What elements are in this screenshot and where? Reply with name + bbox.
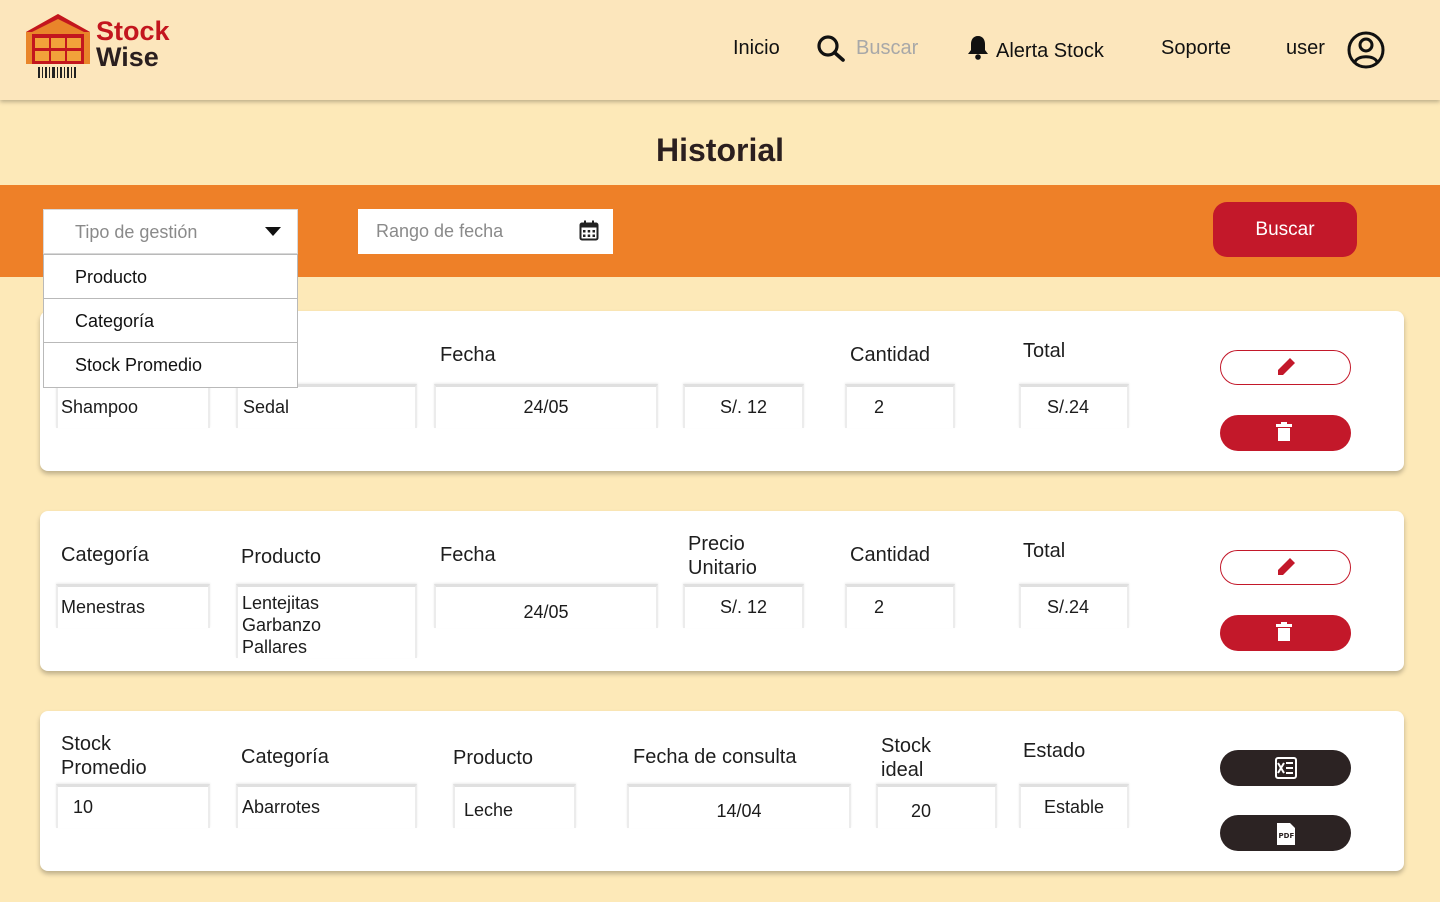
option-categoria[interactable]: Categoría (44, 299, 297, 343)
nav-inicio[interactable]: Inicio (733, 34, 780, 62)
value-producto-1: Lentejitas (242, 593, 320, 613)
label-stock-ideal: Stock ideal (881, 734, 931, 782)
label-ideal-line2: ideal (881, 759, 924, 781)
user-circle-icon[interactable] (1346, 30, 1386, 70)
value-stock-promedio: 10 (56, 784, 210, 828)
nav-user-label[interactable]: user (1286, 34, 1325, 62)
brand-line2: Wise (96, 42, 159, 72)
label-precio-line1: Precio (688, 533, 745, 555)
value-stock-ideal: 20 (876, 784, 997, 828)
value-fecha: 24/05 (434, 584, 658, 628)
value-precio: S/. 12 (683, 584, 804, 628)
label-fecha-consulta: Fecha de consulta (633, 746, 797, 768)
buscar-button[interactable]: Buscar (1213, 202, 1357, 257)
warehouse-logo-icon (26, 14, 90, 78)
trash-icon (1276, 422, 1292, 441)
export-excel-button[interactable] (1220, 750, 1351, 786)
label-stock-line2: Promedio (61, 757, 147, 779)
value-fecha-consulta: 14/04 (627, 784, 851, 828)
option-stock-promedio[interactable]: Stock Promedio (44, 343, 297, 387)
nav-search[interactable] (816, 34, 946, 62)
label-cantidad: Cantidad (850, 344, 931, 366)
top-header: Stock Wise Inicio Alerta Stock Soporte u… (0, 0, 1440, 100)
label-estado: Estado (1023, 740, 1086, 762)
tipo-gestion-dropdown: Producto Categoría Stock Promedio (43, 254, 298, 388)
calendar-icon[interactable] (579, 220, 599, 241)
label-stock-promedio: Stock Promedio (61, 732, 147, 780)
excel-icon (1275, 757, 1297, 779)
brand-name: Stock Wise (96, 16, 170, 72)
value-productos: Lentejitas Garbanzo Pallares (236, 584, 417, 658)
date-range-input[interactable] (376, 209, 566, 254)
label-total: Total (1023, 540, 1066, 562)
delete-button[interactable] (1220, 415, 1351, 451)
caret-down-icon[interactable] (265, 227, 281, 237)
label-categoria: Categoría (61, 544, 149, 566)
label-total: Total (1023, 340, 1066, 362)
value-producto-3: Pallares (242, 637, 308, 657)
label-precio-unitario: Precio Unitario (688, 532, 757, 580)
search-input[interactable] (856, 34, 946, 62)
edit-button[interactable] (1220, 350, 1351, 385)
value-categoria: Menestras (56, 584, 210, 628)
value-producto-2: Garbanzo (242, 615, 322, 635)
brand-line1: Stock (96, 16, 170, 46)
label-categoria: Categoría (241, 746, 329, 768)
value-marca: Sedal (236, 384, 417, 428)
svg-text:PDF: PDF (1279, 832, 1295, 840)
value-cantidad: 2 (845, 384, 955, 428)
bell-icon (968, 36, 988, 60)
tipo-gestion-select[interactable]: Tipo de gestión (43, 209, 298, 254)
label-ideal-line1: Stock (881, 735, 932, 757)
page-title: Historial (655, 132, 785, 168)
date-range-field[interactable] (358, 209, 613, 254)
search-icon[interactable] (816, 34, 846, 62)
trash-icon (1276, 622, 1292, 641)
delete-button[interactable] (1220, 615, 1351, 651)
value-fecha: 24/05 (434, 384, 658, 428)
stock-card: Stock Promedio Categoría Producto Fecha … (40, 711, 1404, 871)
label-precio-line2: Unitario (688, 557, 757, 579)
history-card: Categoría Producto Fecha Precio Unitario… (40, 511, 1404, 671)
option-producto[interactable]: Producto (44, 255, 297, 299)
value-cantidad: 2 (845, 584, 955, 628)
nav-alerta-stock[interactable]: Alerta Stock (966, 34, 1104, 62)
nav-alerta-label: Alerta Stock (996, 40, 1104, 62)
label-fecha: Fecha (440, 544, 496, 566)
value-estado: Estable (1019, 784, 1129, 828)
label-cantidad: Cantidad (850, 544, 931, 566)
nav-soporte[interactable]: Soporte (1161, 34, 1231, 62)
value-producto: Leche (453, 784, 576, 828)
label-producto: Producto (241, 546, 322, 568)
logo[interactable]: Stock Wise (26, 12, 186, 82)
value-precio: S/. 12 (683, 384, 804, 428)
pencil-icon (1278, 358, 1295, 375)
edit-button[interactable] (1220, 550, 1351, 585)
label-producto: Producto (453, 747, 534, 769)
value-total: S/.24 (1019, 584, 1129, 628)
pencil-icon (1278, 558, 1295, 575)
value-categoria: Abarrotes (236, 784, 417, 828)
label-fecha: Fecha (440, 344, 496, 366)
pdf-icon: PDF (1277, 823, 1295, 845)
label-stock-line1: Stock (61, 733, 112, 755)
tipo-gestion-placeholder: Tipo de gestión (75, 222, 198, 242)
value-producto: Shampoo (56, 384, 210, 428)
value-total: S/.24 (1019, 384, 1129, 428)
export-pdf-button[interactable]: PDF (1220, 815, 1351, 851)
